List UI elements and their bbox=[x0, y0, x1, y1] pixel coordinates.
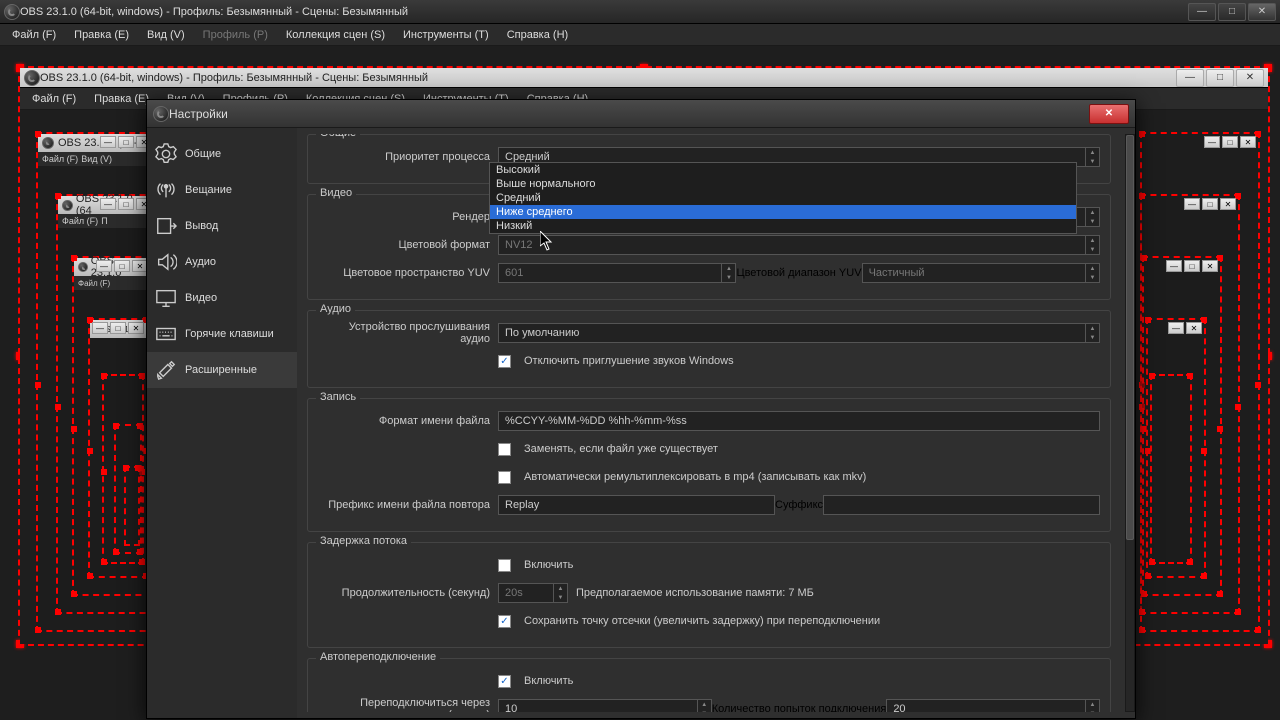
group-reconnect: Автопереподключение ✓ Включить Переподкл… bbox=[307, 658, 1111, 712]
color-format-label: Цветовой формат bbox=[318, 239, 498, 251]
overwrite-checkbox[interactable] bbox=[498, 443, 511, 456]
color-format-combo[interactable]: NV12▲▼ bbox=[498, 235, 1100, 255]
replay-suffix-input[interactable] bbox=[823, 495, 1100, 515]
menu-view[interactable]: Вид (V) bbox=[139, 27, 193, 43]
delay-memory-label: Предполагаемое использование памяти: 7 М… bbox=[576, 587, 814, 599]
sidebar-item-advanced[interactable]: Расширенные bbox=[147, 352, 297, 388]
obs-icon bbox=[153, 106, 169, 122]
preview-nested-r5 bbox=[1150, 374, 1192, 564]
priority-option-below-normal[interactable]: Ниже среднего bbox=[490, 205, 1076, 219]
delay-enable-label: Включить bbox=[524, 559, 573, 571]
filename-format-input[interactable]: %CCYY-%MM-%DD %hh-%mm-%ss bbox=[498, 411, 1100, 431]
yuv-space-combo[interactable]: 601▲▼ bbox=[498, 263, 736, 283]
output-icon bbox=[155, 215, 177, 237]
group-stream-delay: Задержка потока Включить Продолжительнос… bbox=[307, 542, 1111, 648]
inner-close-button: ✕ bbox=[1236, 69, 1264, 87]
priority-label: Приоритет процесса bbox=[318, 151, 498, 163]
outer-title: OBS 23.1.0 (64-bit, windows) - Профиль: … bbox=[20, 6, 1186, 18]
monitor-device-combo[interactable]: По умолчанию▲▼ bbox=[498, 323, 1100, 343]
outer-menubar: Файл (F) Правка (E) Вид (V) Профиль (P) … bbox=[0, 24, 1280, 46]
delay-preserve-label: Сохранить точку отсечки (увеличить задер… bbox=[524, 615, 880, 627]
sidebar-item-audio[interactable]: Аудио bbox=[147, 244, 297, 280]
replay-prefix-input[interactable]: Replay bbox=[498, 495, 775, 515]
priority-option-idle[interactable]: Низкий bbox=[490, 219, 1076, 233]
menu-edit[interactable]: Правка (E) bbox=[66, 27, 137, 43]
reconnect-max-label: Количество попыток подключения bbox=[712, 703, 887, 712]
reconnect-retry-input[interactable]: 10▲▼ bbox=[498, 699, 712, 712]
mini-max: □ bbox=[118, 136, 134, 148]
gear-icon bbox=[155, 143, 177, 165]
group-recording: Запись Формат имени файла %CCYY-%MM-%DD … bbox=[307, 398, 1111, 532]
ducking-checkbox[interactable]: ✓ bbox=[498, 355, 511, 368]
sidebar-item-general[interactable]: Общие bbox=[147, 136, 297, 172]
overwrite-label: Заменять, если файл уже существует bbox=[524, 443, 718, 455]
menu-tools[interactable]: Инструменты (T) bbox=[395, 27, 497, 43]
preview-nested-7 bbox=[124, 466, 140, 546]
menu-file[interactable]: Файл (F) bbox=[4, 27, 64, 43]
menu-profile[interactable]: Профиль (P) bbox=[195, 27, 276, 43]
monitor-device-label: Устройство прослушивания аудио bbox=[318, 321, 498, 345]
replay-suffix-label: Суффикс bbox=[775, 499, 823, 511]
dialog-title: Настройки bbox=[169, 107, 1089, 121]
inner-title: OBS 23.1.0 (64-bit, windows) - Профиль: … bbox=[40, 72, 1174, 84]
settings-content: Общие Приоритет процесса Средний ▲▼ Виде bbox=[297, 128, 1135, 718]
reconnect-enable-label: Включить bbox=[524, 675, 573, 687]
dialog-titlebar[interactable]: Настройки ✕ bbox=[147, 100, 1135, 128]
priority-dropdown[interactable]: Высокий Выше нормального Средний Ниже ср… bbox=[489, 162, 1077, 234]
delay-duration-input[interactable]: 20s▲▼ bbox=[498, 583, 568, 603]
speaker-icon bbox=[155, 251, 177, 273]
sidebar-item-stream[interactable]: Вещание bbox=[147, 172, 297, 208]
replay-prefix-label: Префикс имени файла повтора bbox=[318, 499, 498, 511]
minimize-button[interactable]: — bbox=[1188, 3, 1216, 21]
menu-scenes[interactable]: Коллекция сцен (S) bbox=[278, 27, 393, 43]
filename-format-label: Формат имени файла bbox=[318, 415, 498, 427]
menu-help[interactable]: Справка (H) bbox=[499, 27, 576, 43]
reconnect-enable-checkbox[interactable]: ✓ bbox=[498, 675, 511, 688]
priority-option-high[interactable]: Высокий bbox=[490, 163, 1076, 177]
content-scrollbar[interactable] bbox=[1125, 134, 1135, 712]
obs-icon bbox=[24, 70, 40, 86]
outer-titlebar: OBS 23.1.0 (64-bit, windows) - Профиль: … bbox=[0, 0, 1280, 24]
dialog-close-button[interactable]: ✕ bbox=[1089, 104, 1129, 124]
delay-duration-label: Продолжительность (секунд) bbox=[318, 587, 498, 599]
mini-min: — bbox=[100, 136, 116, 148]
inner-max-button: □ bbox=[1206, 69, 1234, 87]
delay-preserve-checkbox[interactable]: ✓ bbox=[498, 615, 511, 628]
tools-icon bbox=[155, 359, 177, 381]
close-button[interactable]: ✕ bbox=[1248, 3, 1276, 21]
antenna-icon bbox=[155, 179, 177, 201]
remux-label: Автоматически ремультиплексировать в mp4… bbox=[524, 471, 866, 483]
priority-option-above-normal[interactable]: Выше нормального bbox=[490, 177, 1076, 191]
sidebar-item-output[interactable]: Вывод bbox=[147, 208, 297, 244]
renderer-label: Рендер bbox=[318, 211, 498, 223]
yuv-range-combo[interactable]: Частичный▲▼ bbox=[862, 263, 1100, 283]
group-audio: Аудио Устройство прослушивания аудио По … bbox=[307, 310, 1111, 388]
keyboard-icon bbox=[155, 323, 177, 345]
sidebar-item-hotkeys[interactable]: Горячие клавиши bbox=[147, 316, 297, 352]
maximize-button[interactable]: □ bbox=[1218, 3, 1246, 21]
yuv-range-label: Цветовой диапазон YUV bbox=[736, 267, 861, 279]
sidebar-item-video[interactable]: Видео bbox=[147, 280, 297, 316]
monitor-icon bbox=[155, 287, 177, 309]
settings-sidebar: Общие Вещание Вывод Аудио Видео Горячие … bbox=[147, 128, 297, 718]
reconnect-max-input[interactable]: 20▲▼ bbox=[886, 699, 1100, 712]
remux-checkbox[interactable] bbox=[498, 471, 511, 484]
inner-min-button: — bbox=[1176, 69, 1204, 87]
settings-dialog: Настройки ✕ Общие Вещание Вывод Аудио bbox=[146, 99, 1136, 719]
ducking-label: Отключить приглушение звуков Windows bbox=[524, 355, 734, 367]
priority-option-normal[interactable]: Средний bbox=[490, 191, 1076, 205]
yuv-space-label: Цветовое пространство YUV bbox=[318, 267, 498, 279]
reconnect-retry-label: Переподключиться через (секунд) bbox=[318, 697, 498, 712]
delay-enable-checkbox[interactable] bbox=[498, 559, 511, 572]
obs-icon bbox=[4, 4, 20, 20]
